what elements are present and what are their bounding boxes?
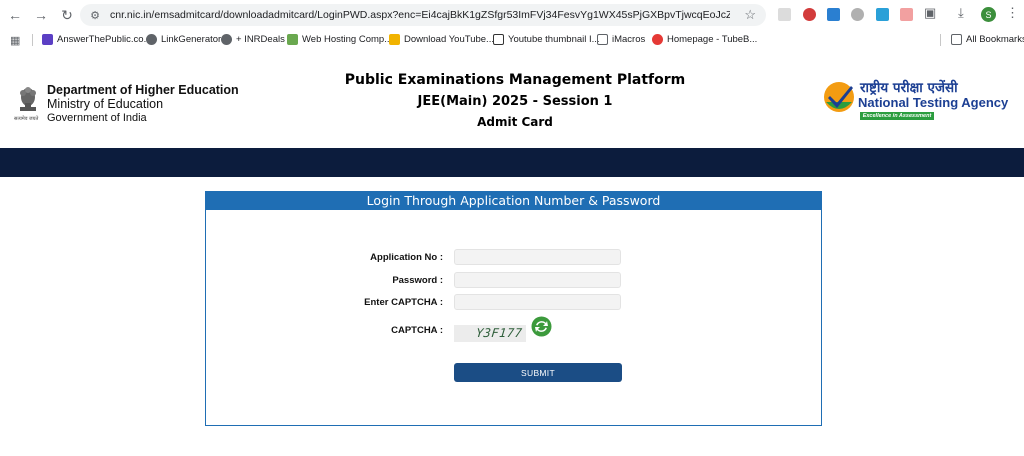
apps-grid-icon[interactable]: ▦ (10, 34, 20, 47)
folder-icon (597, 34, 608, 45)
ministry-name: Ministry of Education (47, 97, 164, 111)
bookmark-item[interactable]: Youtube thumbnail I... (493, 34, 600, 45)
extension-icon[interactable] (900, 8, 913, 21)
bookmarks-separator (32, 34, 33, 46)
bookmark-item[interactable]: Homepage - TubeB... (652, 34, 757, 45)
government-name: Government of India (47, 112, 147, 124)
bookmark-label: Youtube thumbnail I... (508, 34, 600, 45)
bookmark-item[interactable]: Web Hosting Comp... (287, 34, 392, 45)
tubebuddy-icon (652, 34, 663, 45)
all-bookmarks-label: All Bookmarks (966, 34, 1024, 45)
bookmarks-bar: ▦ AnswerThePublic.co... LinkGenerator + … (0, 30, 1024, 50)
bookmark-item[interactable]: LinkGenerator (146, 34, 221, 45)
address-bar[interactable]: ⚙ cnr.nic.in/emsadmitcard/downloadadmitc… (80, 4, 766, 26)
bookmark-label: iMacros (612, 34, 646, 45)
reload-icon[interactable]: ↻ (56, 4, 78, 26)
emblem-caption: सत्यमेव जयते (14, 116, 39, 122)
page-header: सत्यमेव जयते Department of Higher Educat… (0, 50, 1024, 148)
bookmark-folder[interactable]: iMacros (597, 34, 645, 45)
folder-icon (951, 34, 962, 45)
hosting-icon (287, 34, 298, 45)
menu-kebab-icon[interactable]: ⋮ (1006, 5, 1019, 21)
application-no-input[interactable] (454, 249, 621, 265)
download-icon (389, 34, 400, 45)
nta-tagline: Excellence in Assessment (860, 112, 934, 120)
captcha-label: CAPTCHA : (391, 325, 443, 336)
shield-extension-icon[interactable] (827, 8, 840, 21)
title-block: Public Examinations Management Platform … (340, 72, 690, 129)
bookmarks-separator (940, 34, 941, 46)
extension-icon[interactable] (851, 8, 864, 21)
globe-icon (146, 34, 157, 45)
exam-subtitle: JEE(Main) 2025 - Session 1 (417, 94, 613, 109)
all-bookmarks-folder[interactable]: All Bookmarks (951, 34, 1024, 45)
bookmark-item[interactable]: Download YouTube... (389, 34, 494, 45)
captcha-text: Y3F177 (475, 326, 524, 340)
bookmark-star-icon[interactable]: ☆ (744, 7, 756, 23)
department-block: Department of Higher Education Ministry … (47, 83, 239, 125)
application-no-label: Application No : (370, 252, 443, 263)
profile-avatar[interactable]: S (981, 7, 996, 22)
password-input[interactable] (454, 272, 621, 288)
page-name: Admit Card (477, 115, 553, 129)
url-text[interactable]: cnr.nic.in/emsadmitcard/downloadadmitcar… (110, 9, 730, 21)
globe-icon (221, 34, 232, 45)
bookmark-label: Homepage - TubeB... (667, 34, 758, 45)
captcha-input[interactable] (454, 294, 621, 310)
submit-button[interactable]: SUBMIT (454, 363, 622, 382)
enter-captcha-label: Enter CAPTCHA : (364, 297, 443, 308)
forward-icon[interactable]: → (30, 4, 52, 26)
back-icon[interactable]: ← (4, 4, 26, 26)
extensions-puzzle-icon[interactable]: ▣ (924, 5, 936, 21)
extension-icon[interactable] (778, 8, 791, 21)
navigation-band (0, 148, 1024, 177)
refresh-captcha-icon[interactable] (531, 316, 552, 337)
department-name: Department of Higher Education (47, 83, 239, 97)
bookmark-label: LinkGenerator (161, 34, 222, 45)
login-panel-heading: Login Through Application Number & Passw… (206, 192, 821, 210)
bookmark-item[interactable]: AnswerThePublic.co... (42, 34, 152, 45)
bookmark-label: AnswerThePublic.co... (57, 34, 152, 45)
national-emblem-icon (20, 87, 36, 111)
bookmark-item[interactable]: + INRDeals (221, 34, 285, 45)
password-label: Password : (392, 275, 443, 286)
nta-english-name: National Testing Agency (858, 95, 1009, 110)
extension-icon[interactable] (876, 8, 889, 21)
nta-hindi-name: राष्ट्रीय परीक्षा एजेंसी (860, 80, 958, 96)
page-title: Public Examinations Management Platform (344, 72, 686, 88)
bookmark-label: Web Hosting Comp... (302, 34, 393, 45)
pokeball-extension-icon[interactable] (803, 8, 816, 21)
thumbnail-icon (493, 34, 504, 45)
download-icon[interactable]: ⤓ (958, 5, 964, 21)
login-panel: Login Through Application Number & Passw… (205, 191, 822, 426)
answerthepublic-icon (42, 34, 53, 45)
bookmark-label: + INRDeals (236, 34, 285, 45)
nta-logo-icon (824, 82, 854, 112)
site-info-icon[interactable]: ⚙ (88, 8, 102, 22)
bookmark-label: Download YouTube... (404, 34, 494, 45)
